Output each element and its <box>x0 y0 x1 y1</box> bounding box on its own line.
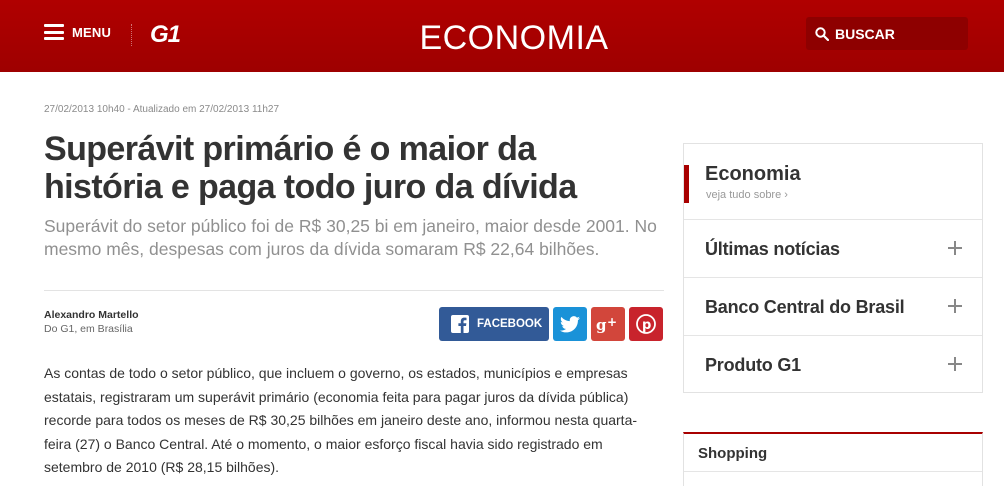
twitter-share-button[interactable] <box>553 307 587 341</box>
svg-text:+: + <box>607 315 617 329</box>
see-all-link[interactable]: veja tudo sobre › <box>706 189 788 201</box>
article-headline: Superávit primário é o maior da história… <box>44 130 577 206</box>
author-name: Alexandro Martello <box>44 309 139 321</box>
shopping-box: Shopping <box>683 432 983 486</box>
search-icon <box>815 26 829 41</box>
facebook-label: FACEBOOK <box>477 318 543 330</box>
sidebar-item-label: Últimas notícias <box>705 239 840 259</box>
expand-plus-icon[interactable] <box>948 357 962 371</box>
shopping-title[interactable]: Shopping <box>698 445 767 462</box>
sidebar-section-title: Economia <box>705 163 801 185</box>
article-subhead: Superávit do setor público foi de R$ 30,… <box>44 216 657 259</box>
search-label: BUSCAR <box>835 25 895 42</box>
top-header-bar: MENU G1 ECONOMIA BUSCAR <box>0 0 1004 72</box>
section-accent-bar <box>684 165 689 203</box>
pinterest-share-button[interactable]: p <box>629 307 663 341</box>
sidebar-item-label: Banco Central do Brasil <box>705 297 905 317</box>
sidebar-item-label: Produto G1 <box>705 355 801 375</box>
google-plus-icon: g + <box>596 315 617 333</box>
pinterest-icon: p <box>636 314 656 334</box>
expand-plus-icon[interactable] <box>948 241 962 255</box>
expand-plus-icon[interactable] <box>948 299 962 313</box>
sidebar-item-ultimas-noticias[interactable]: Últimas notícias <box>684 220 982 278</box>
article-divider <box>44 290 664 291</box>
search-box[interactable]: BUSCAR <box>806 17 968 50</box>
facebook-icon <box>451 315 469 333</box>
article-timestamp: 27/02/2013 10h40 - Atualizado em 27/02/2… <box>44 104 280 115</box>
sidebar-item-banco-central[interactable]: Banco Central do Brasil <box>684 278 982 336</box>
sidebar-item-produto-g1[interactable]: Produto G1 <box>684 336 982 394</box>
twitter-icon <box>560 315 580 332</box>
google-plus-share-button[interactable]: g + <box>591 307 625 341</box>
svg-text:g: g <box>596 316 607 333</box>
topics-sidebar: Economia veja tudo sobre › Últimas notíc… <box>683 143 983 393</box>
svg-text:p: p <box>642 318 651 333</box>
shopping-divider <box>684 471 982 472</box>
article-body: As contas de todo o setor público, que i… <box>44 365 638 475</box>
facebook-share-button[interactable]: FACEBOOK <box>439 307 549 341</box>
author-location: Do G1, em Brasília <box>44 323 133 335</box>
sidebar-section-header[interactable]: Economia veja tudo sobre › <box>684 144 982 220</box>
